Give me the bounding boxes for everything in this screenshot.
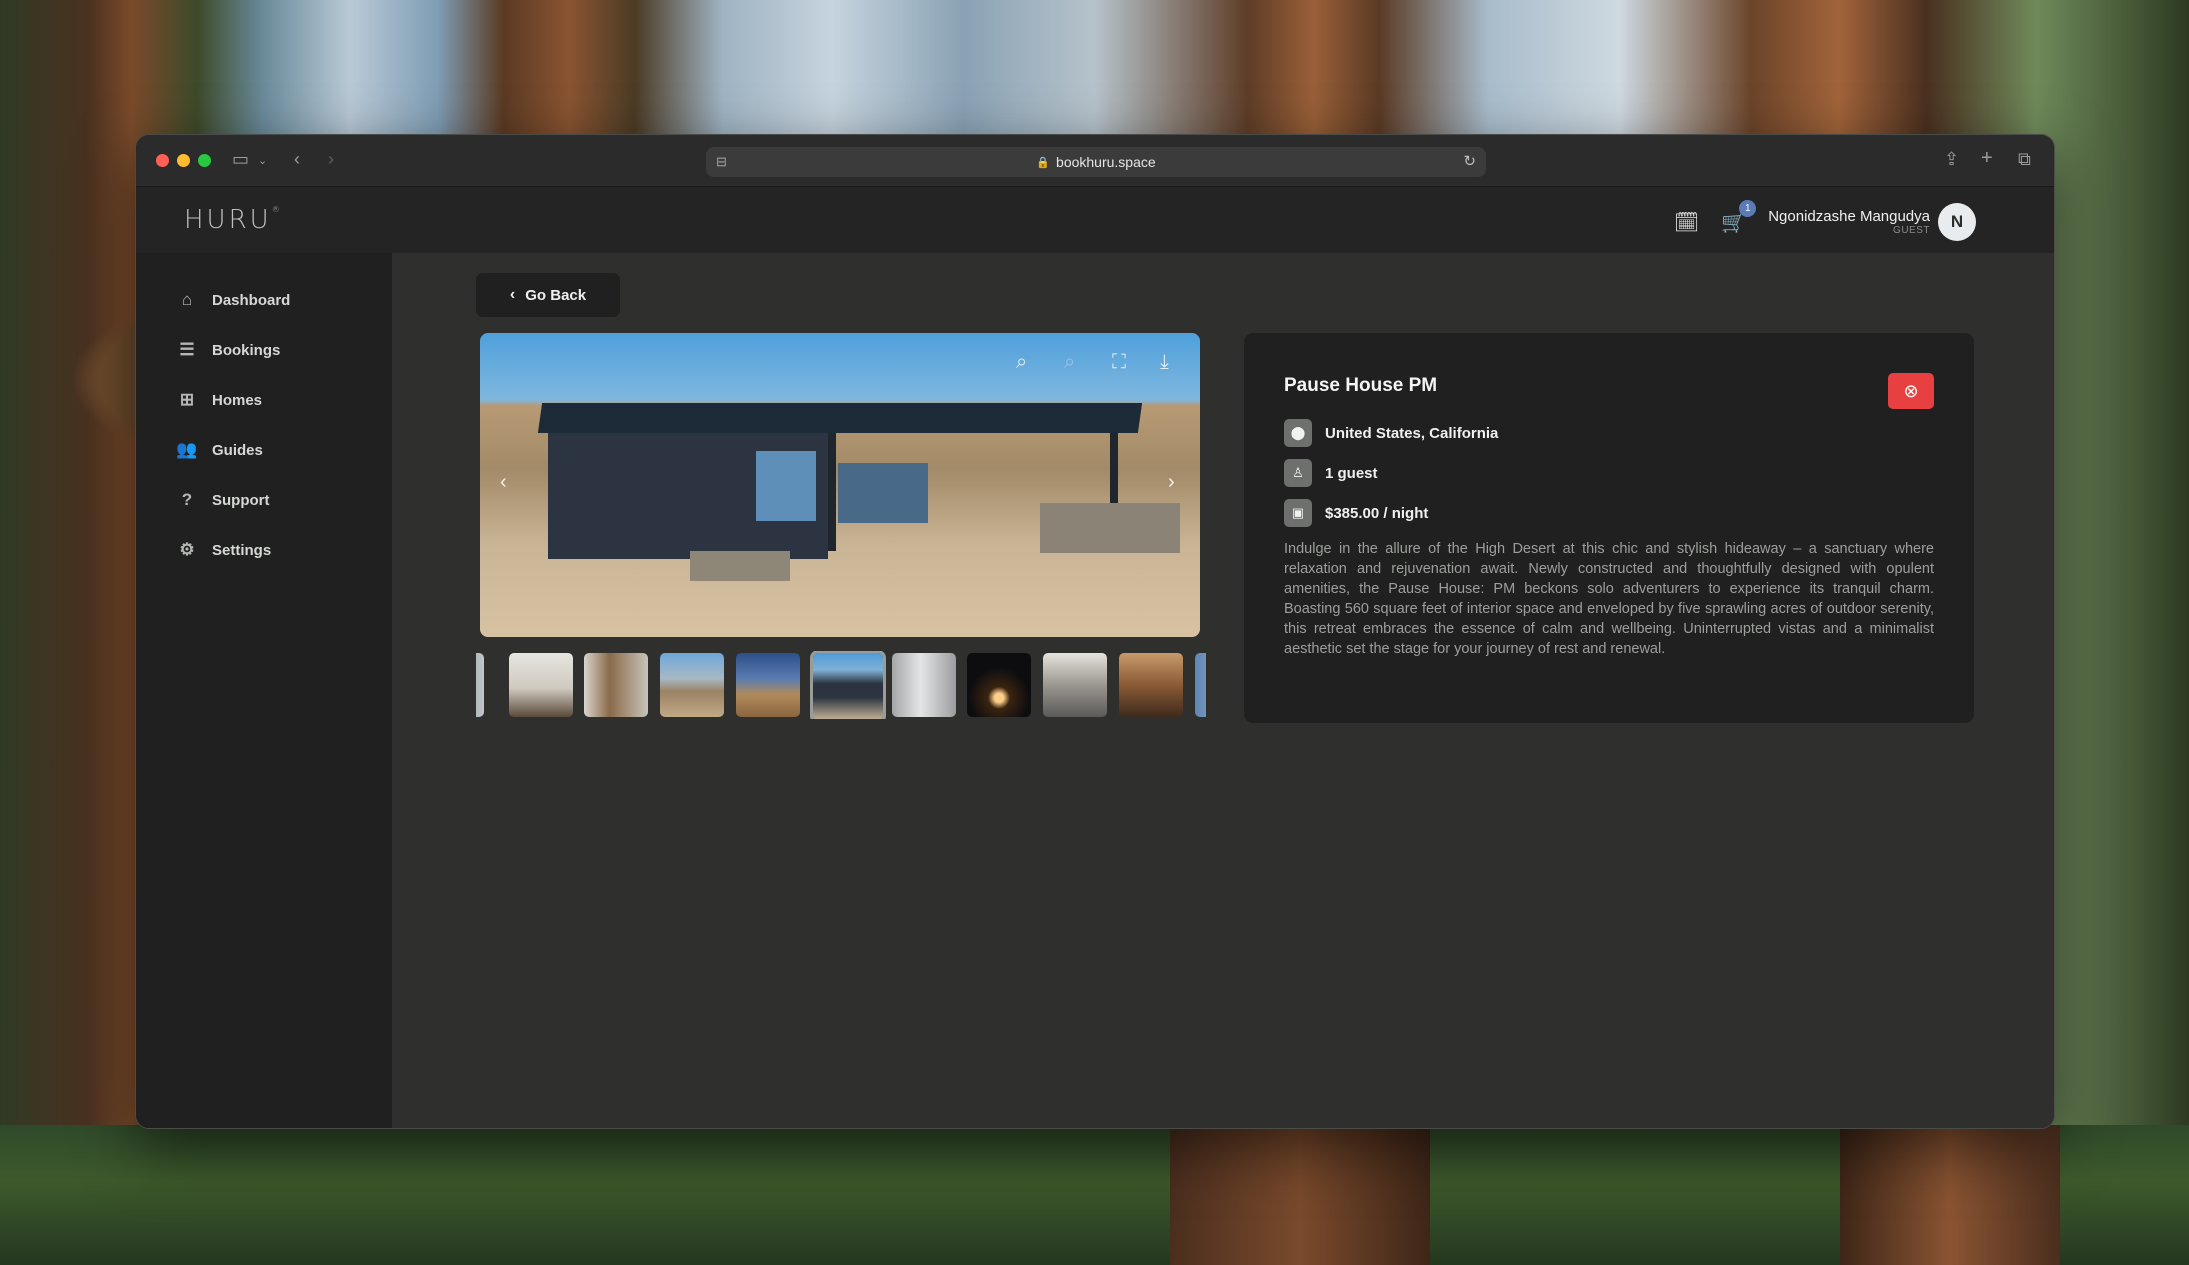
chevron-left-icon: ‹ bbox=[509, 286, 516, 303]
tab-overview-icon[interactable]: ⧉ bbox=[2018, 149, 2031, 170]
zoom-out-icon[interactable]: ⌕ bbox=[1064, 351, 1075, 374]
thumbnail-selected[interactable] bbox=[810, 651, 886, 719]
gallery-prev-icon[interactable]: ‹ bbox=[500, 471, 507, 494]
app-header: HURU® 🗓 🛒 1 Ngonidzashe Mangudya GUEST N bbox=[136, 187, 2054, 253]
sidebar-toggle-icon[interactable]: ▭ bbox=[232, 149, 249, 170]
new-tab-icon[interactable]: + bbox=[1981, 147, 1993, 170]
forward-arrow-icon[interactable]: › bbox=[328, 149, 334, 170]
sidebar-item-label: Homes bbox=[212, 391, 263, 409]
list-icon: ☰ bbox=[179, 340, 195, 359]
go-back-label: Go Back bbox=[525, 286, 587, 304]
close-window-button[interactable] bbox=[156, 154, 169, 167]
money-icon: ▣ bbox=[1284, 499, 1312, 527]
location-text: United States, California bbox=[1325, 424, 1499, 442]
app-body: ⌂ Dashboard ☰ Bookings ⊞ Homes 👥 Guides … bbox=[136, 253, 2054, 1128]
property-meta: ⬤ United States, California ♙ 1 guest ▣ … bbox=[1284, 419, 1934, 527]
sidebar-item-bookings[interactable]: ☰ Bookings bbox=[136, 325, 392, 375]
thumbnail[interactable] bbox=[584, 653, 648, 717]
thumbnail[interactable] bbox=[509, 653, 573, 717]
header-actions: 🗓 🛒 1 Ngonidzashe Mangudya GUEST N bbox=[1674, 199, 1976, 241]
sidebar-item-settings[interactable]: ⚙ Settings bbox=[136, 525, 392, 575]
zoom-window-button[interactable] bbox=[198, 154, 211, 167]
user-role: GUEST bbox=[1893, 225, 1930, 236]
guests-text: 1 guest bbox=[1325, 464, 1378, 482]
chevron-down-icon[interactable]: ⌄ bbox=[258, 154, 267, 167]
logo[interactable]: HURU® bbox=[184, 205, 280, 235]
cart-badge: 1 bbox=[1739, 199, 1757, 217]
thumbnail[interactable] bbox=[1195, 653, 1206, 717]
property-description: Indulge in the allure of the High Desert… bbox=[1284, 541, 1934, 657]
thumbnail-strip bbox=[476, 651, 1206, 719]
download-icon[interactable]: ⤓ bbox=[1160, 351, 1169, 374]
browser-titlebar: ▭ ⌄ ‹ › ⊟ 🔒 bookhuru.space ↻ ⇪ + ⧉ bbox=[136, 135, 2054, 187]
help-circle-icon: ? bbox=[181, 490, 193, 509]
sidebar-item-dashboard[interactable]: ⌂ Dashboard bbox=[136, 275, 392, 325]
desktop-background bbox=[0, 1125, 2189, 1265]
gallery-next-icon[interactable]: › bbox=[1168, 471, 1175, 494]
sidebar-item-label: Bookings bbox=[212, 341, 281, 359]
user-info[interactable]: Ngonidzashe Mangudya GUEST bbox=[1768, 208, 1930, 236]
avatar[interactable]: N bbox=[1938, 203, 1976, 241]
thumbnail[interactable] bbox=[736, 653, 800, 717]
thumbnail[interactable] bbox=[892, 653, 956, 717]
thumbnail[interactable] bbox=[476, 653, 484, 717]
property-details-card: Pause House PM ⊗ ⬤ United States, Califo… bbox=[1244, 333, 1974, 723]
cart-remove-icon: ⊗ bbox=[1903, 380, 1919, 401]
reload-icon[interactable]: ↻ bbox=[1463, 152, 1476, 170]
user-icon: ♙ bbox=[1284, 459, 1312, 487]
cart-icon[interactable]: 🛒 1 bbox=[1721, 199, 1757, 235]
address-bar[interactable]: ⊟ 🔒 bookhuru.space ↻ bbox=[706, 147, 1486, 177]
thumbnail[interactable] bbox=[1043, 653, 1107, 717]
logo-mark: ® bbox=[271, 205, 280, 214]
calendar-icon[interactable]: 🗓 bbox=[1674, 210, 1699, 235]
price-row: ▣ $385.00 / night bbox=[1284, 499, 1934, 527]
house-photo-wall bbox=[690, 551, 790, 581]
house-photo-wall bbox=[1040, 503, 1180, 553]
sidebar-item-label: Support bbox=[212, 491, 270, 509]
sidebar-item-support[interactable]: ? Support bbox=[136, 475, 392, 525]
house-photo-window bbox=[838, 463, 928, 523]
remove-from-cart-button[interactable]: ⊗ bbox=[1888, 373, 1934, 409]
thumbnail[interactable] bbox=[967, 653, 1031, 717]
sidebar-item-guides[interactable]: 👥 Guides bbox=[136, 425, 392, 475]
house-photo-window bbox=[756, 451, 816, 521]
home-icon: ⌂ bbox=[181, 290, 193, 309]
go-back-button[interactable]: ‹ Go Back bbox=[476, 273, 620, 317]
map-pin-icon: ⬤ bbox=[1284, 419, 1312, 447]
gear-icon: ⚙ bbox=[179, 540, 195, 559]
browser-window: ▭ ⌄ ‹ › ⊟ 🔒 bookhuru.space ↻ ⇪ + ⧉ HURU®… bbox=[135, 134, 2055, 1129]
sidebar-item-label: Guides bbox=[212, 441, 263, 459]
house-photo-roof bbox=[537, 403, 1143, 433]
back-arrow-icon[interactable]: ‹ bbox=[294, 149, 300, 170]
window-controls bbox=[156, 154, 211, 167]
sidebar-item-label: Settings bbox=[212, 541, 272, 559]
logo-text: HURU bbox=[184, 205, 272, 235]
url-text: bookhuru.space bbox=[1056, 154, 1156, 170]
fullscreen-icon[interactable]: ⛶ bbox=[1112, 351, 1126, 374]
location-row: ⬤ United States, California bbox=[1284, 419, 1934, 447]
page-settings-icon[interactable]: ⊟ bbox=[716, 154, 727, 170]
property-title: Pause House PM bbox=[1284, 375, 1438, 396]
photo-gallery[interactable]: ⌕ ⌕ ⛶ ⤓ ‹ › bbox=[480, 333, 1200, 637]
price-text: $385.00 / night bbox=[1325, 504, 1429, 522]
minimize-window-button[interactable] bbox=[177, 154, 190, 167]
users-icon: 👥 bbox=[176, 440, 198, 459]
sidebar-item-homes[interactable]: ⊞ Homes bbox=[136, 375, 392, 425]
user-name: Ngonidzashe Mangudya bbox=[1768, 208, 1930, 225]
share-icon[interactable]: ⇪ bbox=[1944, 149, 1959, 170]
sidebar-item-label: Dashboard bbox=[212, 291, 291, 309]
thumbnail[interactable] bbox=[1119, 653, 1183, 717]
zoom-in-icon[interactable]: ⌕ bbox=[1016, 351, 1027, 374]
lock-icon: 🔒 bbox=[1036, 156, 1051, 169]
main-content: ‹ Go Back ⌕ ⌕ ⛶ ⤓ ‹ › Pause House PM ⊗ ⬤… bbox=[392, 253, 2054, 1128]
thumbnail[interactable] bbox=[660, 653, 724, 717]
guests-row: ♙ 1 guest bbox=[1284, 459, 1934, 487]
grid-icon: ⊞ bbox=[179, 390, 195, 409]
sidebar: ⌂ Dashboard ☰ Bookings ⊞ Homes 👥 Guides … bbox=[136, 253, 392, 1128]
